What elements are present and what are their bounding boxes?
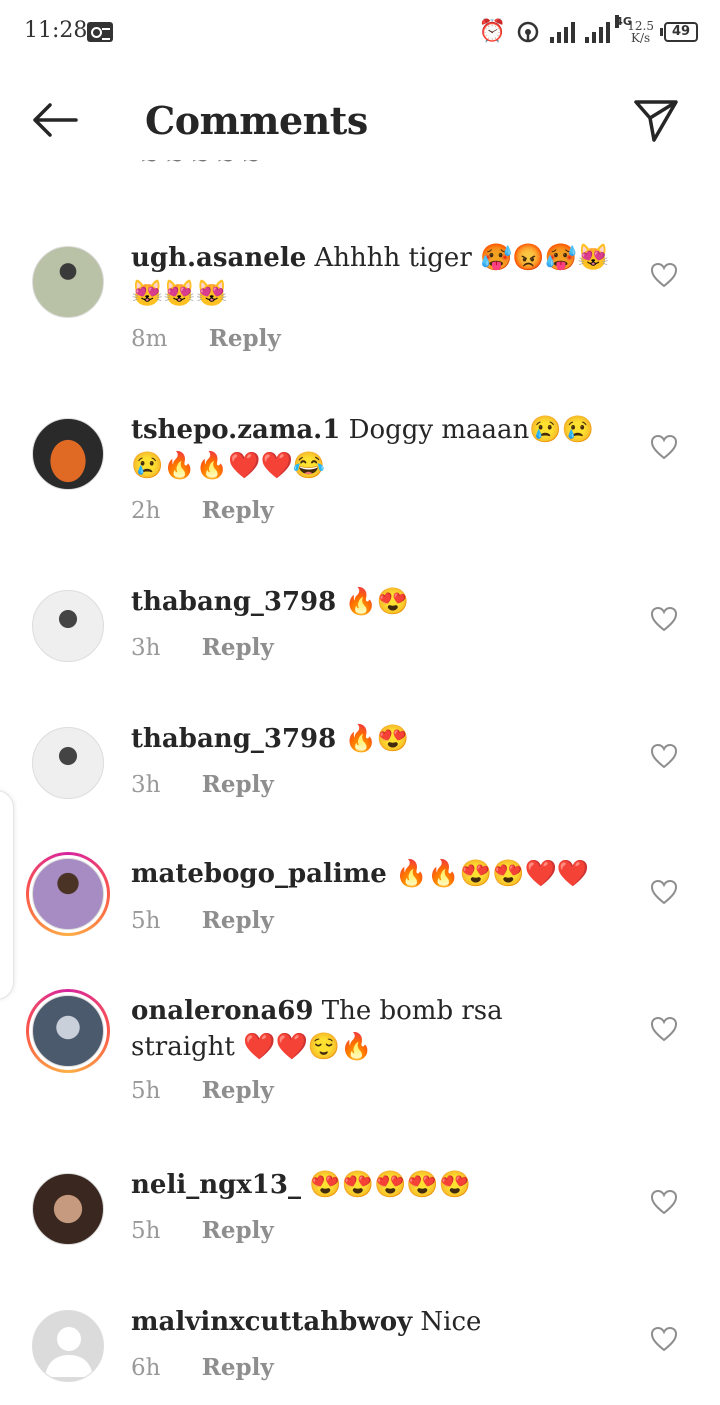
avatar-image (32, 858, 104, 930)
comment-message: 🔥🔥😍😍❤️❤️ (395, 859, 590, 889)
comment-meta: 3h Reply (131, 771, 274, 798)
reply-button[interactable]: Reply (202, 771, 274, 798)
status-bar: 11:28 ⏰ 4G 12.5 K/s 49 (0, 0, 720, 64)
comment-message: 😍😍😍😍😍 (309, 1170, 472, 1200)
comment-text: thabang_3798 🔥😍 (131, 721, 611, 757)
alarm-icon: ⏰ (478, 19, 507, 44)
status-time: 11:28 (24, 18, 88, 43)
heart-icon[interactable] (650, 606, 678, 632)
reply-button[interactable]: Reply (202, 1354, 274, 1381)
default-avatar-icon (32, 1310, 104, 1382)
heart-icon[interactable] (650, 1016, 678, 1042)
comment-time: 3h (131, 772, 161, 798)
clipped-previous-text: ~ ~ ~ ~ ~ (140, 160, 261, 173)
comment-username[interactable]: malvinxcuttahbwoy (131, 1307, 412, 1337)
reply-button[interactable]: Reply (202, 1077, 274, 1104)
avatar[interactable] (26, 240, 110, 324)
reply-button[interactable]: Reply (202, 634, 274, 661)
avatar-image (32, 590, 104, 662)
comment-username[interactable]: onalerona69 (131, 996, 313, 1026)
paper-plane-icon[interactable] (632, 96, 680, 144)
comment-text: onalerona69 The bomb rsa straight ❤️❤️😌🔥 (131, 993, 611, 1065)
comment-meta: 8m Reply (131, 325, 281, 352)
signal-strength-icon (550, 21, 576, 43)
avatar-image (32, 246, 104, 318)
comment-time: 3h (131, 635, 161, 661)
edge-panel-handle[interactable] (0, 790, 14, 1000)
battery-icon: 49 (660, 22, 698, 42)
reply-button[interactable]: Reply (209, 325, 281, 352)
comment-time: 6h (131, 1355, 161, 1381)
comment-username[interactable]: thabang_3798 (131, 724, 336, 754)
reply-button[interactable]: Reply (202, 907, 274, 934)
comment-username[interactable]: neli_ngx13_ (131, 1170, 301, 1200)
comment-time: 5h (131, 908, 161, 934)
network-speed-unit: K/s (631, 31, 651, 45)
comment-message: Nice (420, 1307, 482, 1337)
comment-text: thabang_3798 🔥😍 (131, 584, 611, 620)
avatar[interactable] (26, 1167, 110, 1251)
comment-username[interactable]: thabang_3798 (131, 587, 336, 617)
comment-time: 2h (131, 498, 161, 524)
message-notification-icon (87, 22, 113, 42)
network-type: 4G (615, 15, 632, 28)
comment-meta: 2h Reply (131, 497, 274, 524)
page-title: Comments (145, 98, 368, 143)
comment-username[interactable]: matebogo_palime (131, 859, 387, 889)
arrow-left-icon[interactable] (30, 100, 80, 140)
heart-icon[interactable] (650, 434, 678, 460)
comment-text: tshepo.zama.1 Doggy maaan😢😢😢🔥🔥❤️❤️😂 (131, 412, 611, 484)
avatar-story-ring[interactable] (26, 852, 110, 936)
comment-text: neli_ngx13_ 😍😍😍😍😍 (131, 1167, 611, 1203)
header: Comments (0, 70, 720, 170)
comment-time: 8m (131, 326, 168, 352)
comment-text: malvinxcuttahbwoy Nice (131, 1304, 611, 1340)
avatar[interactable] (26, 721, 110, 805)
heart-icon[interactable] (650, 1189, 678, 1215)
mobile-data-icon: 4G (585, 15, 632, 43)
status-icons: ⏰ 4G 12.5 K/s 49 (479, 14, 698, 50)
reply-button[interactable]: Reply (202, 1217, 274, 1244)
comment-message: 🔥😍 (344, 724, 410, 754)
comment-username[interactable]: ugh.asanele (131, 243, 306, 273)
comment-time: 5h (131, 1218, 161, 1244)
heart-icon[interactable] (650, 743, 678, 769)
avatar-story-ring[interactable] (26, 989, 110, 1073)
comment-meta: 3h Reply (131, 634, 274, 661)
avatar-image (32, 995, 104, 1067)
avatar-image (32, 418, 104, 490)
comment-message: 🔥😍 (344, 587, 410, 617)
avatar-image (32, 1173, 104, 1245)
heart-icon[interactable] (650, 879, 678, 905)
comment-username[interactable]: tshepo.zama.1 (131, 415, 340, 445)
reply-button[interactable]: Reply (202, 497, 274, 524)
comment-text: matebogo_palime 🔥🔥😍😍❤️❤️ (131, 856, 611, 892)
heart-icon[interactable] (650, 262, 678, 288)
comment-meta: 5h Reply (131, 1217, 274, 1244)
hotspot-icon (518, 21, 539, 43)
avatar[interactable] (26, 584, 110, 668)
avatar-image (32, 727, 104, 799)
comment-meta: 5h Reply (131, 1077, 274, 1104)
comment-text: ugh.asanele Ahhhh tiger 🥵😡🥵😻😻😻😻 (131, 240, 611, 312)
comment-meta: 6h Reply (131, 1354, 274, 1381)
comment-meta: 5h Reply (131, 907, 274, 934)
comment-time: 5h (131, 1078, 161, 1104)
avatar[interactable] (26, 1304, 110, 1388)
avatar[interactable] (26, 412, 110, 496)
heart-icon[interactable] (650, 1326, 678, 1352)
